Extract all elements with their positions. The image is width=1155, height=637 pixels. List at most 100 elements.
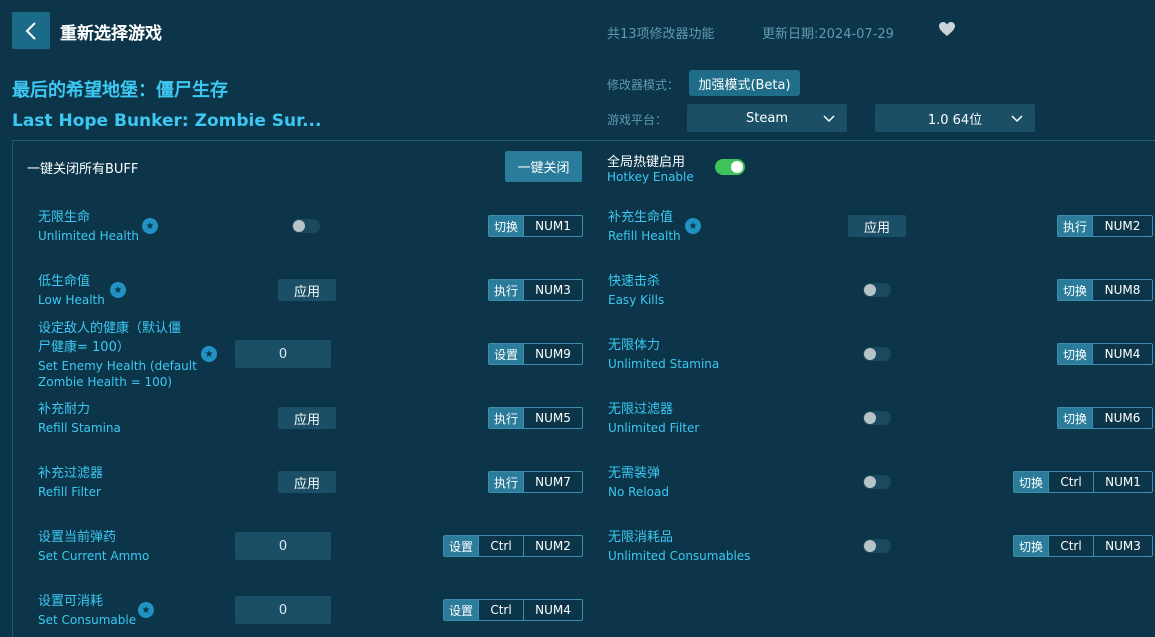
apply-button[interactable]: 应用 <box>278 407 336 429</box>
buff-all-label: 一键关闭所有BUFF <box>27 162 139 177</box>
star-icon: ★ <box>685 218 701 234</box>
star-icon: ★ <box>201 346 217 362</box>
hotkey-key: NUM4 <box>1092 344 1152 364</box>
feature-toggle[interactable] <box>863 539 891 553</box>
hotkey-key: NUM3 <box>523 280 582 300</box>
hotkey-action: 执行 <box>489 408 524 428</box>
platform-label: 游戏平台： <box>607 113 668 127</box>
hotkey-action: 切换 <box>1014 472 1049 492</box>
apply-button[interactable]: 应用 <box>848 215 906 237</box>
heart-icon[interactable] <box>939 22 955 41</box>
feature-name-zh: 补充耐力 <box>38 402 91 417</box>
features-panel <box>12 140 1155 637</box>
feature-name-zh: 设置可消耗 <box>38 594 104 609</box>
feature-name-zh: 快速击杀 <box>608 274 661 289</box>
value-input[interactable]: 0 <box>235 340 331 368</box>
hotkey-group[interactable]: 设置 Ctrl NUM4 <box>443 599 583 621</box>
hotkey-action: 设置 <box>489 344 524 364</box>
hotkey-key: NUM3 <box>1093 536 1152 556</box>
feature-name-zh: 无限体力 <box>608 338 661 353</box>
hotkey-action: 切换 <box>1058 408 1093 428</box>
feature-name-en: Set Consumable <box>38 613 137 627</box>
back-button[interactable] <box>12 12 50 49</box>
hotkey-group[interactable]: 切换 NUM8 <box>1057 279 1153 301</box>
chevron-down-icon <box>823 115 835 123</box>
mode-button[interactable]: 加强模式(Beta) <box>689 70 800 96</box>
page-title: 重新选择游戏 <box>60 24 162 44</box>
hotkey-key: Ctrl <box>1048 536 1093 556</box>
hotkey-group[interactable]: 切换 NUM4 <box>1057 343 1153 365</box>
feature-name-en-line2: Zombie Health = 100) <box>38 375 173 389</box>
feature-toggle[interactable] <box>863 475 891 489</box>
hotkey-key: NUM1 <box>523 216 582 236</box>
star-icon: ★ <box>142 218 158 234</box>
feature-name-en: Unlimited Consumables <box>608 549 751 563</box>
feature-name-en: Refill Health <box>608 229 681 243</box>
hotkey-action: 切换 <box>1058 280 1093 300</box>
hotkey-label-zh: 全局热键启用 <box>607 155 686 170</box>
hotkey-group[interactable]: 执行 NUM7 <box>488 471 583 493</box>
platform-select[interactable]: Steam <box>687 104 847 132</box>
feature-name-zh: 无需装弹 <box>608 466 661 481</box>
hotkey-action: 执行 <box>489 472 524 492</box>
hotkey-group[interactable]: 设置 NUM9 <box>488 343 583 365</box>
version-select[interactable]: 1.0 64位 <box>875 104 1035 132</box>
feature-name-zh-line2: 尸健康= 100） <box>38 340 130 355</box>
hotkey-key: NUM9 <box>523 344 582 364</box>
hotkey-key: Ctrl <box>1048 472 1093 492</box>
feature-name-zh: 补充过滤器 <box>38 466 104 481</box>
hotkey-action: 执行 <box>1058 216 1093 236</box>
hotkey-toggle[interactable] <box>715 159 745 175</box>
hotkey-key: NUM1 <box>1093 472 1152 492</box>
star-icon: ★ <box>110 282 126 298</box>
feature-name-en: Unlimited Filter <box>608 421 700 435</box>
chevron-left-icon <box>25 21 36 40</box>
platform-value: Steam <box>746 110 788 126</box>
feature-name-en: Refill Filter <box>38 485 101 499</box>
feature-name-en: Low Health <box>38 293 105 307</box>
hotkey-key: NUM8 <box>1092 280 1152 300</box>
hotkey-action: 切换 <box>1014 536 1049 556</box>
hotkey-label-en: Hotkey Enable <box>607 170 694 184</box>
feature-name-zh: 设置当前弹药 <box>38 530 117 545</box>
feature-name-en: No Reload <box>608 485 669 499</box>
feature-name-en: Refill Stamina <box>38 421 121 435</box>
feature-count: 共13项修改器功能 <box>607 27 715 42</box>
update-date: 更新日期:2024-07-29 <box>762 27 894 42</box>
feature-name-zh: 无限消耗品 <box>608 530 674 545</box>
feature-name-en: Unlimited Health <box>38 229 140 243</box>
hotkey-action: 设置 <box>444 536 479 556</box>
feature-name-zh: 设定敌人的健康（默认僵 <box>38 321 182 336</box>
game-title-zh: 最后的希望地堡：僵尸生存 <box>12 80 228 101</box>
hotkey-action: 切换 <box>489 216 524 236</box>
hotkey-group[interactable]: 执行 NUM3 <box>488 279 583 301</box>
hotkey-key: NUM5 <box>523 408 582 428</box>
hotkey-group[interactable]: 切换 NUM1 <box>488 215 583 237</box>
hotkey-action: 设置 <box>444 600 479 620</box>
hotkey-action: 切换 <box>1058 344 1093 364</box>
value-input[interactable]: 0 <box>235 532 331 560</box>
feature-toggle[interactable] <box>292 219 320 233</box>
value-input[interactable]: 0 <box>235 596 331 624</box>
hotkey-group[interactable]: 切换 Ctrl NUM1 <box>1013 471 1153 493</box>
apply-button[interactable]: 应用 <box>278 471 336 493</box>
hotkey-group[interactable]: 切换 Ctrl NUM3 <box>1013 535 1153 557</box>
hotkey-group[interactable]: 执行 NUM2 <box>1057 215 1153 237</box>
close-all-button[interactable]: 一键关闭 <box>505 151 582 182</box>
star-icon: ★ <box>138 602 154 618</box>
feature-name-en: Set Current Ammo <box>38 549 150 563</box>
feature-toggle[interactable] <box>863 411 891 425</box>
feature-name-zh: 低生命值 <box>38 274 91 289</box>
hotkey-key: NUM4 <box>523 600 582 620</box>
mode-label: 修改器模式： <box>607 78 680 92</box>
hotkey-group[interactable]: 设置 Ctrl NUM2 <box>443 535 583 557</box>
feature-name-zh: 无限生命 <box>38 210 91 225</box>
game-title-en: Last Hope Bunker: Zombie Sur... <box>12 111 322 131</box>
feature-toggle[interactable] <box>863 347 891 361</box>
hotkey-group[interactable]: 切换 NUM6 <box>1057 407 1153 429</box>
feature-toggle[interactable] <box>863 283 891 297</box>
hotkey-group[interactable]: 执行 NUM5 <box>488 407 583 429</box>
feature-name-zh: 补充生命值 <box>608 210 674 225</box>
feature-name-en: Unlimited Stamina <box>608 357 720 371</box>
apply-button[interactable]: 应用 <box>278 279 336 301</box>
